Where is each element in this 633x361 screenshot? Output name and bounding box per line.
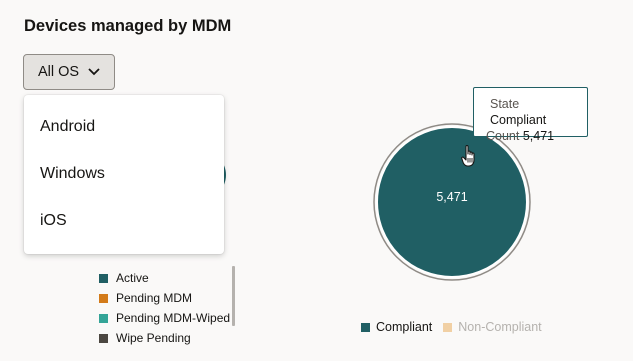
tooltip-count-key: Count bbox=[486, 129, 520, 143]
tooltip-count-value: 5,471 bbox=[522, 129, 555, 143]
chevron-down-icon bbox=[88, 68, 100, 76]
legend-item-pending-mdm-wiped[interactable]: Pending MDM-Wiped bbox=[99, 308, 235, 328]
os-filter-selected-label: All OS bbox=[37, 64, 80, 80]
legend-label: Pending MDM bbox=[116, 291, 193, 305]
tooltip-state-value: Compliant bbox=[490, 113, 547, 127]
os-option-windows[interactable]: Windows bbox=[24, 150, 224, 197]
legend-label: Wipe Pending bbox=[116, 331, 191, 345]
compliance-pie-chart bbox=[372, 122, 532, 287]
legend-swatch bbox=[99, 333, 108, 343]
legend-item-pending-mdm[interactable]: Pending MDM bbox=[99, 288, 235, 308]
page-title: Devices managed by MDM bbox=[24, 17, 232, 35]
os-option-ios[interactable]: iOS bbox=[24, 197, 224, 244]
tooltip-state-key: State bbox=[490, 97, 520, 111]
legend-item-active[interactable]: Active bbox=[99, 268, 235, 288]
hand-pointer-cursor-icon bbox=[461, 144, 479, 173]
legend-item-compliant[interactable]: Compliant bbox=[361, 320, 432, 334]
legend-label: Active bbox=[116, 271, 149, 285]
legend-swatch bbox=[443, 322, 453, 332]
os-filter-select[interactable]: All OS bbox=[23, 54, 115, 90]
pie-data-label: 5,471 bbox=[436, 190, 468, 204]
chart-tooltip: State Compliant Count 5,471 bbox=[473, 87, 588, 143]
legend-label: Non-Compliant bbox=[458, 320, 542, 334]
legend-scrollbar[interactable] bbox=[232, 266, 235, 326]
os-filter-dropdown: Android Windows iOS bbox=[24, 95, 224, 254]
legend-swatch bbox=[99, 293, 108, 303]
compliance-legend: Compliant Non-Compliant bbox=[361, 320, 553, 334]
legend-item-non-compliant[interactable]: Non-Compliant bbox=[443, 320, 542, 334]
status-legend: Active Pending MDM Pending MDM-Wiped Wip… bbox=[99, 268, 235, 361]
legend-swatch bbox=[361, 322, 370, 332]
os-option-android[interactable]: Android bbox=[24, 103, 224, 150]
legend-label: Compliant bbox=[376, 320, 433, 334]
legend-swatch bbox=[99, 313, 108, 323]
legend-item-wipe-pending[interactable]: Wipe Pending bbox=[99, 328, 235, 348]
legend-swatch bbox=[99, 273, 108, 283]
legend-label: Pending MDM-Wiped bbox=[116, 311, 231, 325]
